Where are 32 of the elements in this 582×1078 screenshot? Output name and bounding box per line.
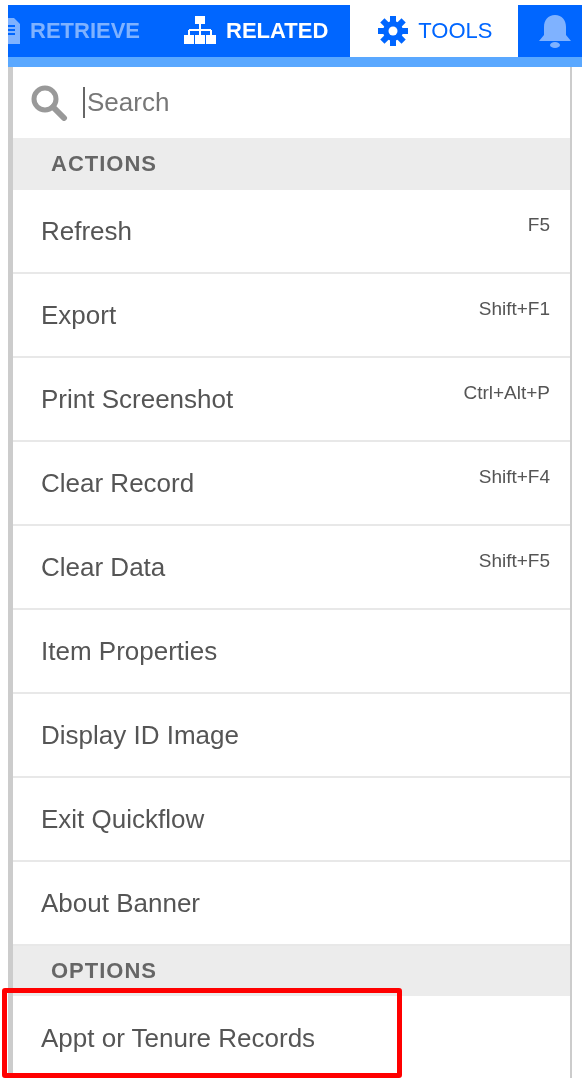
shortcut-label: Ctrl+Alt+P <box>463 382 550 405</box>
section-header: ACTIONS <box>13 138 570 190</box>
menu-item[interactable]: Print Screenshot Ctrl+Alt+P <box>13 358 570 442</box>
menu-item-label: About Banner <box>41 887 200 919</box>
sitemap-icon <box>184 16 217 46</box>
menu-item[interactable]: Exit Quickflow <box>13 778 570 862</box>
shortcut-label: F5 <box>527 214 550 237</box>
tab[interactable]: TOOLS <box>350 5 518 57</box>
menu-item-label: Clear Data <box>41 551 166 583</box>
menu-item-label: Export <box>41 299 117 331</box>
menu-item-label: Print Screenshot <box>41 383 234 415</box>
shortcut-label: Shift+F5 <box>478 550 550 573</box>
menu-item[interactable]: Clear Record Shift+F4 <box>13 442 570 526</box>
shortcut-label: Shift+F1 <box>478 298 550 321</box>
settings-icon <box>378 16 409 46</box>
menu-item-label: Clear Record <box>41 467 195 499</box>
bell-icon <box>538 13 572 49</box>
menu-item-label: Exit Quickflow <box>41 803 205 835</box>
menu-item[interactable]: Export Shift+F1 <box>13 274 570 358</box>
tab[interactable]: RELATED <box>162 5 351 57</box>
menu-item-label: Refresh <box>41 215 133 247</box>
section-header: OPTIONS <box>13 946 570 996</box>
menu-item[interactable]: Item Properties <box>13 610 570 694</box>
menu-item-label: Item Properties <box>41 635 218 667</box>
menu-item[interactable]: Appt or Tenure Records <box>13 996 570 1078</box>
shortcut-label: Shift+F4 <box>478 466 550 489</box>
search-icon <box>31 84 69 121</box>
menu-item[interactable]: Refresh F5 <box>13 190 570 274</box>
menu-item[interactable]: Clear Data Shift+F5 <box>13 526 570 610</box>
menu-item[interactable]: Display ID Image <box>13 694 570 778</box>
menu-item-label: Appt or Tenure Records <box>41 1022 316 1054</box>
menu-item-label: Display ID Image <box>41 719 239 751</box>
